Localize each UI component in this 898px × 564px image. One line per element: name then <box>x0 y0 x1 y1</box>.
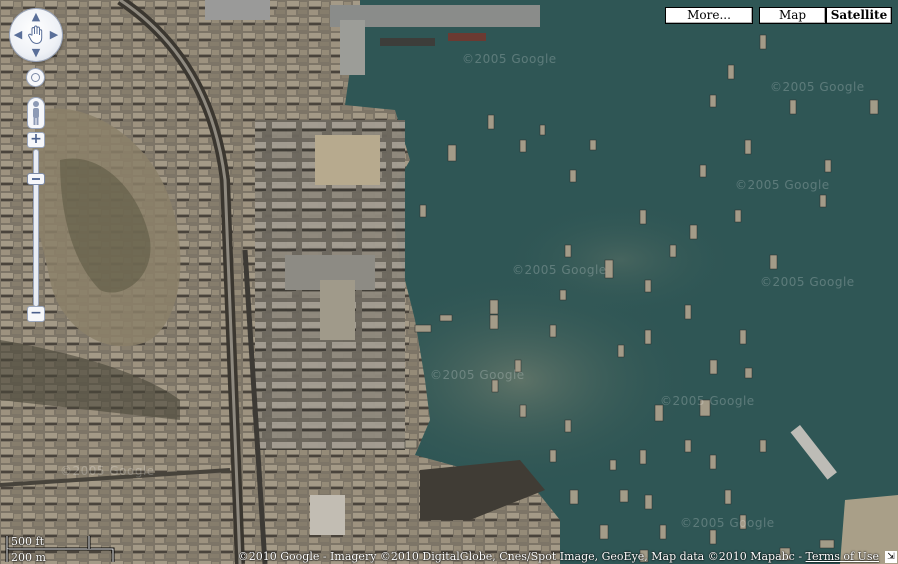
minus-icon: − <box>30 305 42 321</box>
reset-view-button[interactable] <box>27 69 44 86</box>
google-watermark: ©2005 Google <box>60 464 155 478</box>
google-watermark: ©2005 Google <box>462 52 557 66</box>
pegman-icon[interactable] <box>28 98 44 128</box>
map-type-map-button[interactable]: Map <box>759 7 826 24</box>
scale-imperial-label: 500 ft <box>11 535 44 548</box>
plus-icon: + <box>30 131 42 147</box>
pan-control[interactable]: ▲ ▼ ◀ ▶ <box>10 9 62 61</box>
zoom-in-button[interactable]: + <box>27 132 45 148</box>
more-button[interactable]: More... <box>665 7 753 24</box>
copyright-text: ©2010 Google - Imagery ©2010 DigitalGlob… <box>237 550 806 563</box>
resize-corner-icon[interactable]: ⇲ <box>885 551 897 563</box>
zoom-slider-thumb[interactable] <box>27 173 45 185</box>
hand-icon <box>28 25 43 45</box>
pan-left-icon[interactable]: ◀ <box>12 29 24 41</box>
terms-of-use-link[interactable]: Terms of Use <box>806 550 879 563</box>
google-watermark: ©2005 Google <box>660 394 755 408</box>
map-type-satellite-button[interactable]: Satellite <box>826 7 892 24</box>
google-watermark: ©2005 Google <box>735 178 830 192</box>
pan-down-icon[interactable]: ▼ <box>30 47 42 59</box>
map-attribution: ©2010 Google - Imagery ©2010 DigitalGlob… <box>238 550 879 564</box>
google-watermark: ©2005 Google <box>770 80 865 94</box>
google-watermark: ©2005 Google <box>512 263 607 277</box>
google-watermark: ©2005 Google <box>760 275 855 289</box>
scale-metric-label: 200 m <box>11 551 46 564</box>
scale-bar: 500 ft 200 m <box>5 535 117 564</box>
map-viewport[interactable]: ©2005 Google ©2005 Google ©2005 Google ©… <box>0 0 898 564</box>
zoom-out-button[interactable]: − <box>27 306 45 322</box>
pan-up-icon[interactable]: ▲ <box>30 11 42 23</box>
google-watermark: ©2005 Google <box>680 516 775 530</box>
pan-right-icon[interactable]: ▶ <box>48 29 60 41</box>
google-watermark: ©2005 Google <box>430 368 525 382</box>
